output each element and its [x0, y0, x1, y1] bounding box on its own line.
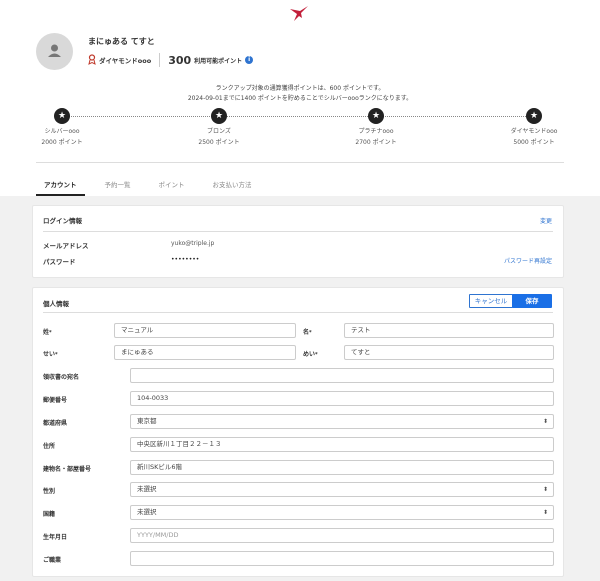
- rank-badge-icon: [88, 53, 96, 67]
- star-icon: ★: [526, 108, 542, 124]
- rank-step: ★ プラチナooo 2700 ポイント: [341, 108, 411, 146]
- rank-message-line1: ランクアップ対象の通算獲得ポイントは、600 ポイントです。: [215, 85, 385, 92]
- first-name-input[interactable]: テスト: [344, 323, 554, 338]
- password-reset-link[interactable]: パスワード再設定: [504, 256, 552, 265]
- last-name-input[interactable]: マニュアル: [114, 323, 296, 338]
- chevron-updown-icon: ⬍: [542, 486, 548, 493]
- first-name-kana-label: めい*: [303, 351, 318, 358]
- birthday-label: 生年月日: [43, 534, 68, 541]
- building-input[interactable]: 新川SKビル6階: [130, 460, 554, 475]
- prefecture-select[interactable]: 東京都 ⬍: [130, 414, 554, 429]
- last-name-kana-input[interactable]: まにゅある: [114, 345, 296, 360]
- tab-account[interactable]: アカウント: [36, 176, 85, 196]
- gender-label: 性別: [43, 488, 56, 495]
- rank-step-points: 2700 ポイント: [355, 139, 397, 146]
- account-tabs: アカウント 予約一覧 ポイント お支払い方法: [36, 176, 260, 196]
- divider: [43, 312, 553, 313]
- rank-step-points: 2500 ポイント: [198, 139, 240, 146]
- password-value: ••••••••: [171, 256, 200, 263]
- avatar[interactable]: [36, 33, 73, 70]
- personal-info-title: 個人情報: [43, 300, 69, 308]
- occupation-input[interactable]: [130, 551, 554, 566]
- tab-reservations[interactable]: 予約一覧: [97, 176, 139, 196]
- rank-step-points: 2000 ポイント: [41, 139, 83, 146]
- prefecture-value: 東京都: [137, 417, 157, 425]
- address-input[interactable]: 中央区新川１丁目２２－１３: [130, 437, 554, 452]
- star-icon: ★: [368, 108, 384, 124]
- divider: [159, 53, 161, 67]
- login-info-card: ログイン情報 変更 メールアドレス yuko@triple.jp パスワード •…: [32, 205, 564, 278]
- save-button[interactable]: 保存: [512, 294, 552, 308]
- nationality-value: 未選択: [137, 508, 157, 516]
- cancel-button[interactable]: キャンセル: [469, 294, 513, 308]
- nationality-label: 国籍: [43, 511, 56, 518]
- points-label: 利用可能ポイント: [194, 57, 243, 65]
- rank-step: ★ ブロンズ 2500 ポイント: [184, 108, 254, 146]
- birthday-input[interactable]: YYYY/MM/DD: [130, 528, 554, 543]
- rank-name: ダイヤモンドooo: [99, 57, 152, 65]
- chevron-updown-icon: ⬍: [542, 418, 548, 425]
- gender-value: 未選択: [137, 485, 157, 493]
- receipt-name-input[interactable]: [130, 368, 554, 383]
- login-info-title: ログイン情報: [43, 217, 82, 225]
- rank-step-name: ブロンズ: [207, 128, 231, 135]
- divider: [43, 231, 553, 232]
- rank-summary: ダイヤモンドooo 300 利用可能ポイント i: [88, 53, 254, 67]
- occupation-label: ご職業: [43, 557, 62, 564]
- star-icon: ★: [211, 108, 227, 124]
- password-label: パスワード: [43, 258, 76, 266]
- rank-progress-line: [62, 116, 534, 117]
- last-name-kana-label: せい*: [43, 351, 58, 358]
- tab-points[interactable]: ポイント: [151, 176, 193, 196]
- rank-step-points: 5000 ポイント: [513, 139, 555, 146]
- building-label: 建物名・部屋番号: [43, 466, 92, 473]
- email-value: yuko@triple.jp: [171, 240, 215, 247]
- rank-message-line2: 2024-09-01までに1400 ポイントを貯めることでシルバーoooランクに…: [187, 95, 413, 102]
- email-label: メールアドレス: [43, 242, 89, 250]
- first-name-kana-input[interactable]: てすと: [344, 345, 554, 360]
- rank-progression: ★ シルバーooo 2000 ポイント ★ ブロンズ 2500 ポイント ★ プ…: [0, 108, 600, 154]
- rank-step: ★ シルバーooo 2000 ポイント: [27, 108, 97, 146]
- prefecture-label: 都道府県: [43, 420, 68, 427]
- profile-header: まにゅある てすと ダイヤモンドooo 300 利用可能ポイント i: [36, 33, 576, 73]
- user-icon: [48, 44, 61, 57]
- nationality-select[interactable]: 未選択 ⬍: [130, 505, 554, 520]
- star-icon: ★: [54, 108, 70, 124]
- first-name-label: 名*: [303, 329, 312, 336]
- rank-step-name: ダイヤモンドooo: [510, 128, 558, 135]
- last-name-label: 姓*: [43, 329, 52, 336]
- divider: [36, 162, 564, 163]
- chevron-updown-icon: ⬍: [542, 509, 548, 516]
- postal-code-label: 郵便番号: [43, 397, 68, 404]
- tab-payment-methods[interactable]: お支払い方法: [205, 176, 260, 196]
- address-label: 住所: [43, 443, 56, 450]
- rank-step: ★ ダイヤモンドooo 5000 ポイント: [499, 108, 569, 146]
- personal-info-card: 個人情報 キャンセル 保存 姓* マニュアル 名* テスト せい* まにゅある …: [32, 287, 564, 577]
- info-icon[interactable]: i: [245, 56, 254, 64]
- brand-logo: [289, 5, 309, 23]
- gender-select[interactable]: 未選択 ⬍: [130, 482, 554, 497]
- user-name: まにゅある てすと: [88, 37, 155, 46]
- edit-login-link[interactable]: 変更: [540, 216, 552, 225]
- receipt-name-label: 領収書の宛名: [43, 374, 80, 381]
- rank-step-name: シルバーooo: [44, 128, 80, 135]
- rank-step-name: プラチナooo: [358, 128, 394, 135]
- points-value: 300: [168, 53, 192, 67]
- postal-code-input[interactable]: 104-0033: [130, 391, 554, 406]
